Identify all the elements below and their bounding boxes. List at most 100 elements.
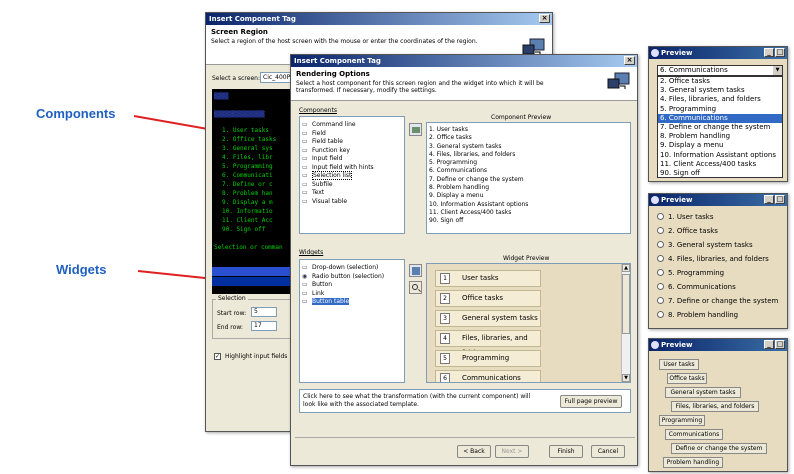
- end-row-input[interactable]: 17: [251, 321, 277, 331]
- main-dialog: Insert Component Tag × Rendering Options…: [290, 54, 638, 466]
- component-icon: ▭: [302, 129, 308, 137]
- component-preview-line: 2. Office tasks: [429, 134, 472, 142]
- preview-dropdown-option[interactable]: 90. Sign off: [658, 169, 782, 178]
- selection-group: Selection Start row: 5 End row: 17: [212, 295, 296, 339]
- preview-table-button[interactable]: Office tasks: [667, 373, 707, 384]
- radio-circle-icon[interactable]: [657, 213, 664, 220]
- component-label: Input field with hints: [312, 163, 374, 171]
- preview-window-radio: Preview _ □ 1. User tasks 2. Office tasks…: [648, 193, 788, 329]
- component-settings-icon[interactable]: [409, 123, 422, 136]
- component-label: Function key: [312, 146, 350, 154]
- preview-radio-option[interactable]: 2. Office tasks: [651, 224, 778, 238]
- widget-list-item[interactable]: ▭ Button: [300, 281, 404, 290]
- maximize-icon[interactable]: □: [775, 340, 785, 349]
- minimize-icon[interactable]: _: [764, 340, 774, 349]
- terminal-line: ▒▒▒▒▒▒▒▒▒▒▒▒▒▒: [214, 111, 265, 118]
- widget-list-item[interactable]: ▭ Drop-down (selection): [300, 264, 404, 273]
- start-row-input[interactable]: 5: [251, 307, 277, 317]
- widget-list-item[interactable]: ▭ Link: [300, 290, 404, 299]
- preview-radio-option[interactable]: 4. Files, libraries, and folders: [651, 252, 778, 266]
- preview-dropdown-option[interactable]: 5. Programming: [658, 105, 782, 114]
- close-icon[interactable]: ×: [624, 56, 635, 65]
- preview-radio-option[interactable]: 5. Programming: [651, 266, 778, 280]
- widget-preview-number: 6: [440, 373, 450, 382]
- widget-settings-icon[interactable]: [409, 264, 422, 277]
- next-button[interactable]: Next >: [495, 445, 529, 458]
- component-label: Field: [312, 129, 326, 137]
- widget-preview-button[interactable]: 2 Office tasks: [435, 290, 541, 307]
- component-list-item[interactable]: ▭ Selection list: [300, 171, 404, 181]
- component-list-item[interactable]: ▭ Subfile: [300, 181, 404, 190]
- widget-preview-button[interactable]: 6 Communications: [435, 370, 541, 382]
- component-list-item[interactable]: ▭ Function key: [300, 147, 404, 156]
- maximize-icon[interactable]: □: [775, 195, 785, 204]
- maximize-icon[interactable]: □: [775, 48, 785, 57]
- radio-circle-icon[interactable]: [657, 311, 664, 318]
- preview-radio-option[interactable]: 8. Problem handling: [651, 308, 778, 322]
- widget-preview-panel: 1 User tasks 2 Office tasks 3 General system …: [426, 263, 631, 383]
- radio-circle-icon[interactable]: [657, 255, 664, 262]
- preview-radio-option[interactable]: 1. User tasks: [651, 210, 778, 224]
- widget-icon: ◉: [302, 272, 308, 280]
- chevron-down-icon[interactable]: ▼: [773, 66, 782, 75]
- preview-dropdown-option[interactable]: 10. Information Assistant options: [658, 151, 782, 160]
- minimize-icon[interactable]: _: [764, 195, 774, 204]
- finish-button[interactable]: Finish: [549, 445, 583, 458]
- radio-circle-icon[interactable]: [657, 269, 664, 276]
- preview-table-button[interactable]: Programming: [659, 415, 705, 426]
- back-dialog-title: Insert Component Tag: [209, 15, 296, 23]
- preview-dropdown-option[interactable]: 4. Files, libraries, and folders: [658, 95, 782, 104]
- component-list-item[interactable]: ▭ Visual table: [300, 198, 404, 207]
- close-icon[interactable]: ×: [539, 14, 550, 23]
- radio-circle-icon[interactable]: [657, 297, 664, 304]
- preview-table-button[interactable]: Define or change the system: [671, 443, 767, 454]
- radio-circle-icon[interactable]: [657, 283, 664, 290]
- magnify-icon[interactable]: [409, 281, 422, 294]
- highlight-label: Highlight input fields: [225, 353, 288, 360]
- widget-preview-button[interactable]: 4Files, libraries, and folders: [435, 330, 541, 357]
- preview-table-button[interactable]: Files, libraries, and folders: [671, 401, 759, 412]
- preview-dropdown-option[interactable]: 11. Client Access/400 tasks: [658, 160, 782, 169]
- back-button[interactable]: < Back: [457, 445, 491, 458]
- preview-table-button[interactable]: Problem handling: [663, 457, 723, 468]
- radio-circle-icon[interactable]: [657, 227, 664, 234]
- preview-dropdown-option[interactable]: 3. General system tasks: [658, 86, 782, 95]
- minimize-icon[interactable]: _: [764, 48, 774, 57]
- preview-table-button[interactable]: Communications: [665, 429, 723, 440]
- terminal-highlight-bar: [212, 277, 292, 286]
- component-list-item[interactable]: ▭ Field: [300, 130, 404, 139]
- preview-dropdown-option[interactable]: 2. Office tasks: [658, 77, 782, 86]
- scrollbar[interactable]: ▲ ▼: [621, 264, 630, 382]
- preview-radio-option[interactable]: 7. Define or change the system: [651, 294, 778, 308]
- preview-dropdown-option[interactable]: 6. Communications: [658, 113, 782, 123]
- preview-dropdown-option[interactable]: 9. Display a menu: [658, 141, 782, 150]
- radio-circle-icon[interactable]: [657, 241, 664, 248]
- components-list[interactable]: ▭ Command line ▭ Field ▭ Field table ▭ Function…: [299, 116, 405, 234]
- widgets-list[interactable]: ▭ Drop-down (selection) ◉ Radio button (sel…: [299, 259, 405, 383]
- cancel-button[interactable]: Cancel: [591, 445, 625, 458]
- widget-list-item[interactable]: ▭ Button table: [300, 298, 404, 307]
- component-list-item[interactable]: ▭ Field table: [300, 138, 404, 147]
- widget-icon: ▭: [302, 289, 308, 297]
- widget-preview-button[interactable]: 3 General system tasks: [435, 310, 541, 327]
- preview-table-button[interactable]: General system tasks: [665, 387, 741, 398]
- preview-radio-option[interactable]: 3. General system tasks: [651, 238, 778, 252]
- preview-dropdown-list[interactable]: 2. Office tasks 3. General system tasks 4.…: [657, 76, 783, 178]
- widget-list-item[interactable]: ◉ Radio button (selection): [300, 273, 404, 282]
- component-preview-line: 1. User tasks: [429, 126, 468, 133]
- terminal-screen[interactable]: ▒▒▒▒ ▒▒▒▒▒▒▒▒▒▒▒▒▒▒ 1. User tasks 2. Offi…: [212, 89, 292, 294]
- preview-dropdown-option[interactable]: 7. Define or change the system: [658, 123, 782, 132]
- component-list-item[interactable]: ▭ Command line: [300, 121, 404, 130]
- widget-preview-button[interactable]: 1 User tasks: [435, 270, 541, 287]
- preview-dropdown[interactable]: 6. Communications ▼: [657, 65, 783, 76]
- component-list-item[interactable]: ▭ Text: [300, 189, 404, 198]
- preview-table-button[interactable]: User tasks: [659, 359, 699, 370]
- full-page-preview-button[interactable]: Full page preview: [560, 395, 622, 408]
- component-icon: ▭: [302, 146, 308, 154]
- preview-dropdown-option[interactable]: 8. Problem handling: [658, 132, 782, 141]
- widget-preview-button[interactable]: 5 Programming: [435, 350, 541, 367]
- select-screen-dropdown[interactable]: Cic_400Pla: [260, 72, 296, 83]
- component-list-item[interactable]: ▭ Input field: [300, 155, 404, 164]
- preview-radio-option[interactable]: 6. Communications: [651, 280, 778, 294]
- highlight-checkbox[interactable]: ✓: [214, 353, 221, 360]
